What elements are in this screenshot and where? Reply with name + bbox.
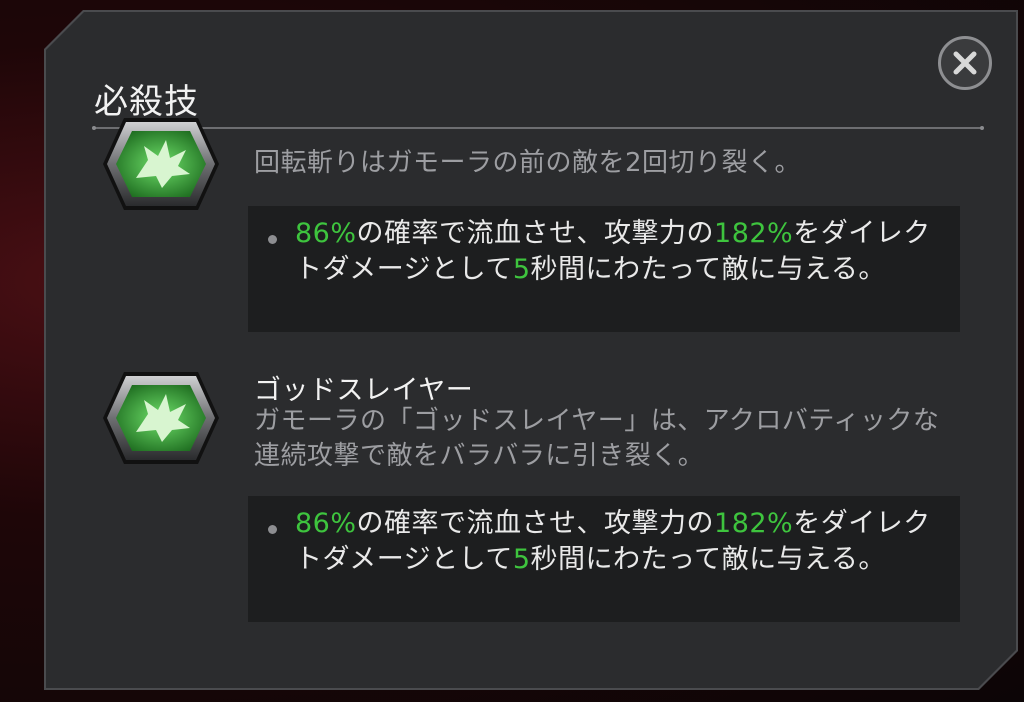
skill-1-description: 回転斬りはガモーラの前の敵を2回切り裂く。 — [254, 148, 802, 178]
close-x-icon — [953, 51, 977, 75]
bullet-icon — [268, 525, 277, 534]
skill-2-name: ゴッドスレイヤー — [254, 375, 474, 406]
duration-seconds: 5 — [512, 544, 531, 575]
bullet-icon — [268, 235, 277, 244]
bleed-chance: 86% — [295, 218, 357, 249]
attack-percent: 182% — [714, 508, 794, 539]
close-button[interactable] — [938, 36, 992, 90]
skill-2-effect-box: 86%の確率で流血させ、攻撃力の182%をダイレクトダメージとして5秒間にわたっ… — [248, 496, 960, 622]
effect-text-part: 秒間にわたって敵に与える。 — [530, 254, 886, 285]
skill-1-effect-box: 86%の確率で流血させ、攻撃力の182%をダイレクトダメージとして5秒間にわたっ… — [248, 206, 960, 332]
effect-text-part: の確率で流血させ、攻撃力の — [356, 508, 715, 539]
skill-2-burst-icon — [103, 372, 219, 464]
effect-text-part: 秒間にわたって敵に与える。 — [530, 544, 886, 575]
attack-percent: 182% — [714, 218, 794, 249]
effect-text-part: の確率で流血させ、攻撃力の — [356, 218, 715, 249]
skill-1-effect-text: 86%の確率で流血させ、攻撃力の182%をダイレクトダメージとして5秒間にわたっ… — [295, 216, 950, 288]
skill-2-effect-text: 86%の確率で流血させ、攻撃力の182%をダイレクトダメージとして5秒間にわたっ… — [295, 506, 950, 578]
bleed-chance: 86% — [295, 508, 357, 539]
skill-2-description: ガモーラの「ゴッドスレイヤー」は、アクロバティックな連続攻撃で敵をバラバラに引き… — [254, 406, 940, 471]
title-divider — [92, 126, 984, 130]
duration-seconds: 5 — [512, 254, 531, 285]
skill-1-burst-icon — [103, 118, 219, 210]
